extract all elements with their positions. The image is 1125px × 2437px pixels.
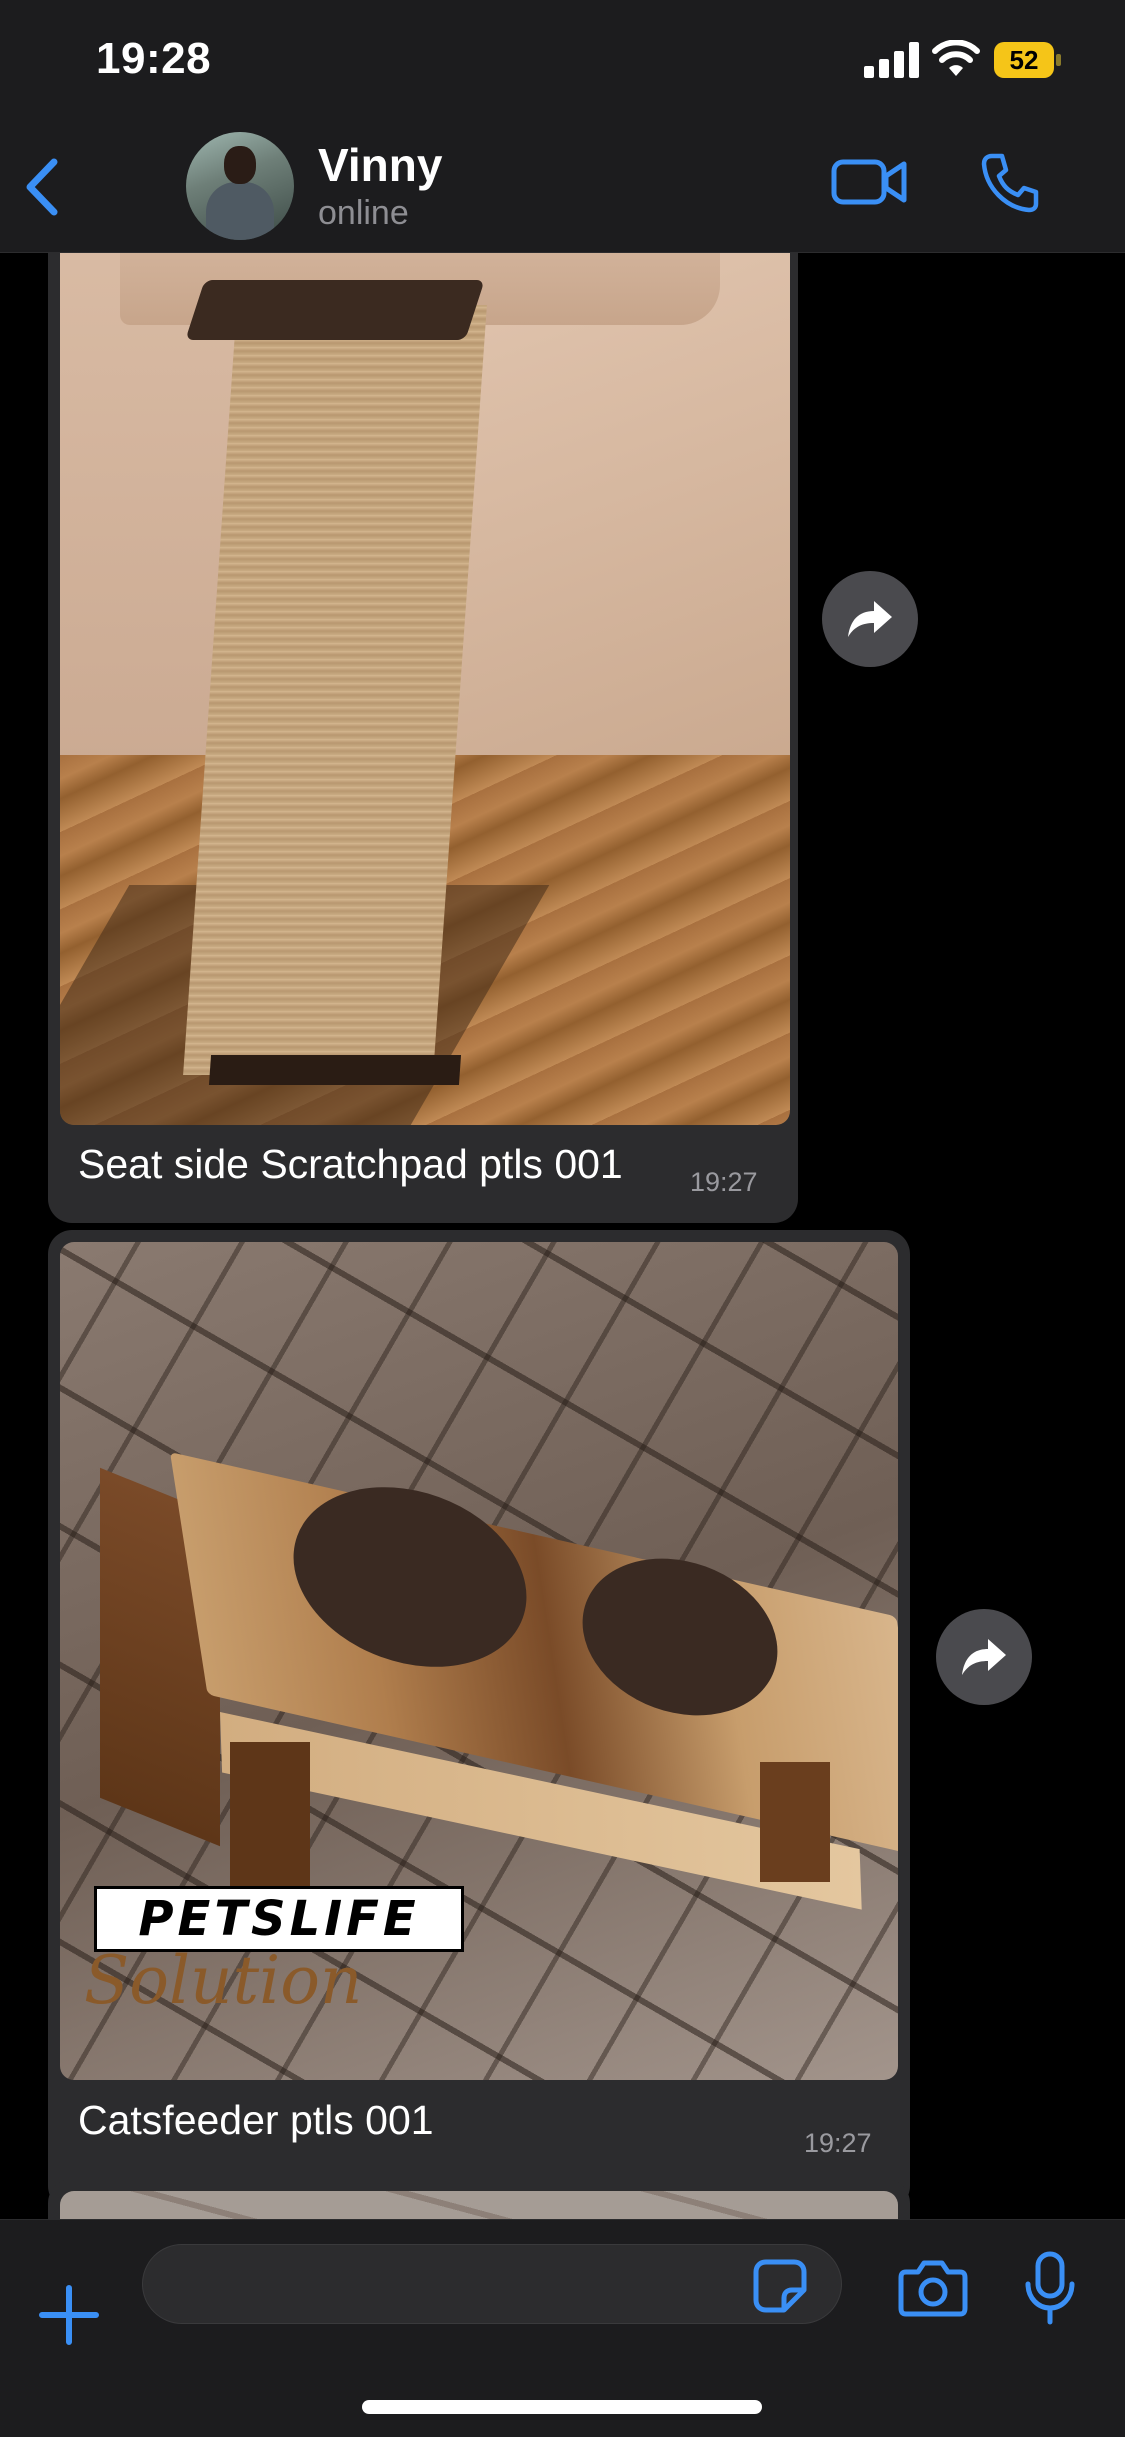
message-image[interactable] — [60, 2191, 898, 2219]
watermark-logo-text: PETSLIFE — [138, 1891, 420, 1947]
status-bar: 19:28 52 — [0, 0, 1125, 120]
battery-icon: 52 — [994, 42, 1064, 78]
image-message[interactable]: PETSLIFE Solution Catsfeeder ptls 001 19… — [48, 1230, 910, 2210]
message-caption: Seat side Scratchpad ptls 001 — [78, 1141, 623, 1187]
video-camera-icon[interactable] — [830, 154, 908, 210]
forward-arrow-icon — [962, 1639, 1006, 1675]
chat-messages[interactable]: Seat side Scratchpad ptls 001 19:27 PETS… — [0, 253, 1125, 2219]
plus-icon[interactable] — [38, 2284, 100, 2346]
message-time: 19:27 — [804, 2128, 872, 2158]
message-time: 19:27 — [690, 1167, 758, 1197]
image-message[interactable] — [48, 2179, 910, 2219]
forward-button[interactable] — [822, 571, 918, 667]
home-indicator[interactable] — [362, 2400, 762, 2414]
status-time: 19:28 — [96, 34, 212, 83]
forward-button[interactable] — [936, 1609, 1032, 1705]
phone-icon[interactable] — [978, 150, 1042, 214]
sticker-icon[interactable] — [752, 2258, 808, 2314]
image-message[interactable]: Seat side Scratchpad ptls 001 19:27 — [48, 253, 798, 1223]
chat-header: Vinny online — [0, 120, 1125, 253]
forward-arrow-icon — [848, 601, 892, 637]
contact-name[interactable]: Vinny — [318, 138, 442, 192]
chevron-left-icon[interactable] — [22, 156, 62, 218]
cellular-signal-icon — [864, 42, 919, 78]
message-caption: Catsfeeder ptls 001 — [78, 2097, 434, 2143]
watermark-script: Solution — [84, 1942, 363, 2019]
avatar[interactable] — [186, 132, 294, 240]
camera-icon[interactable] — [898, 2258, 968, 2318]
message-image[interactable] — [60, 253, 790, 1125]
microphone-icon[interactable] — [1020, 2250, 1080, 2326]
message-image[interactable]: PETSLIFE Solution — [60, 1242, 898, 2080]
battery-level: 52 — [994, 42, 1054, 78]
contact-status: online — [318, 194, 409, 232]
message-composer — [0, 2219, 1125, 2437]
message-input[interactable] — [142, 2244, 842, 2324]
wifi-icon — [932, 40, 980, 76]
